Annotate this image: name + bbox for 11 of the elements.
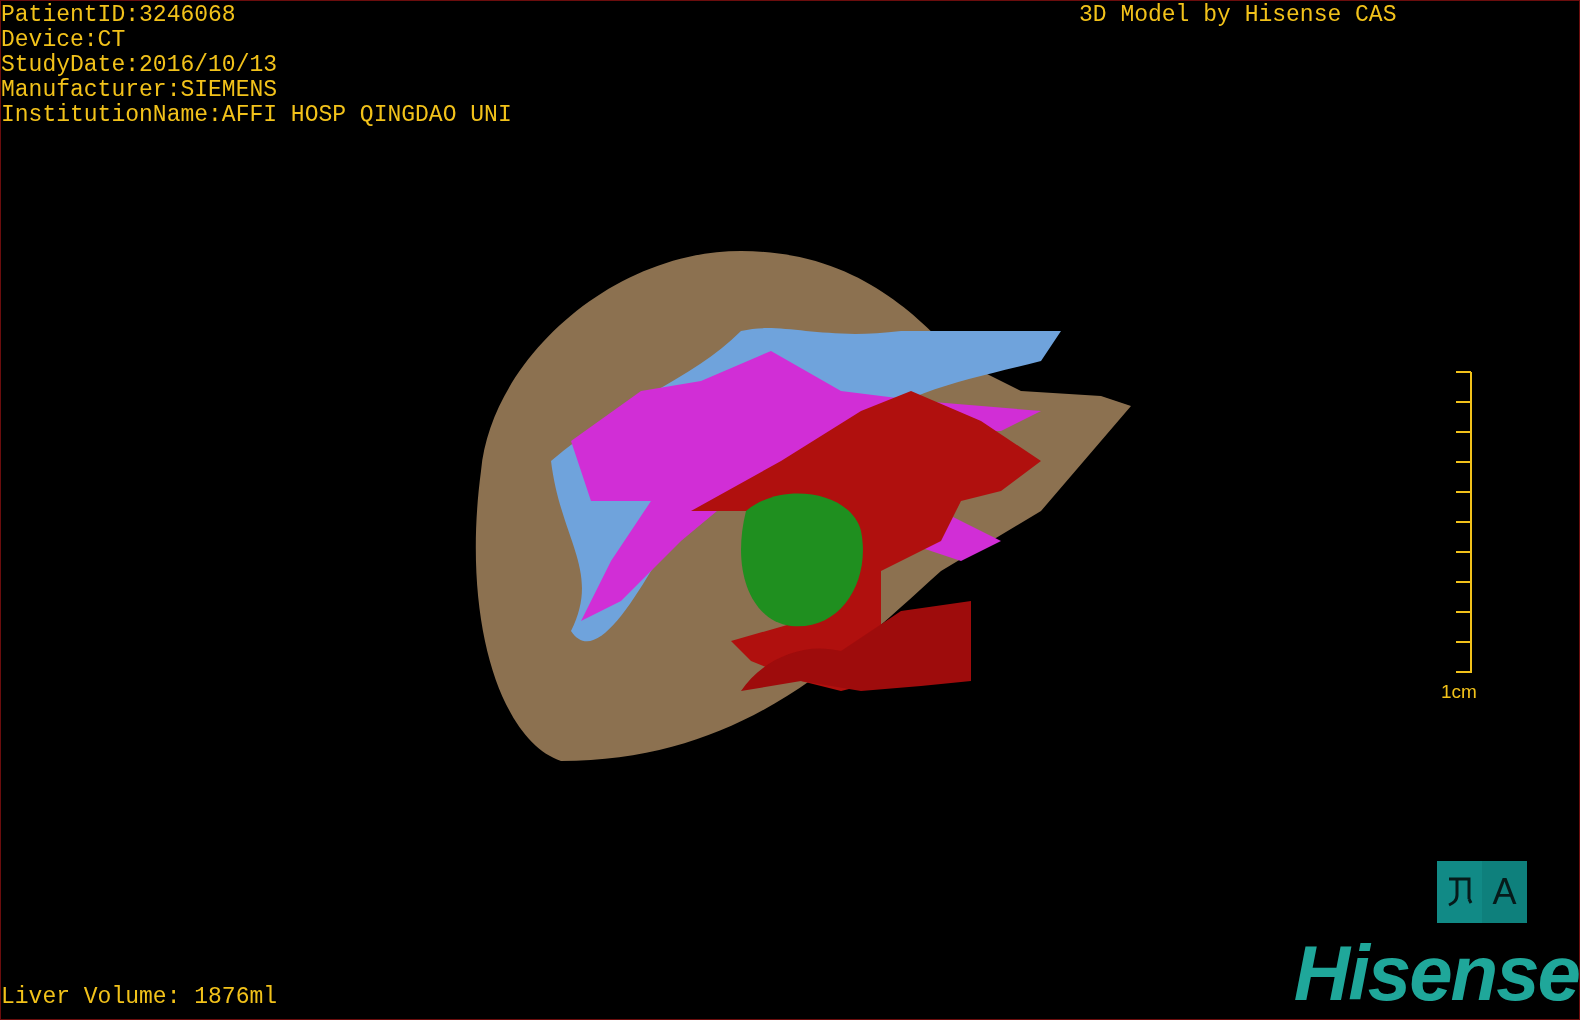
- info-text: Device:CT: [1, 28, 127, 53]
- volume-text: Liver Volume: 1876ml: [1, 985, 278, 1010]
- info-text: InstitutionName:AFFI HOSP QINGDAO UNI: [1, 103, 512, 128]
- info-text: Manufacturer:SIEMENS: [1, 78, 279, 103]
- logo: Hisense: [1293, 931, 1579, 1015]
- credit-text: 3D Model by Hisense CAS: [1079, 3, 1397, 28]
- orientation-cube[interactable]: A: [1437, 861, 1527, 923]
- scale-label: 1cm: [1441, 681, 1477, 703]
- cube-face-label: A: [1482, 861, 1527, 923]
- info-text: StudyDate:2016/10/13: [1, 53, 279, 78]
- info-text: PatientID:3246068: [1, 3, 237, 28]
